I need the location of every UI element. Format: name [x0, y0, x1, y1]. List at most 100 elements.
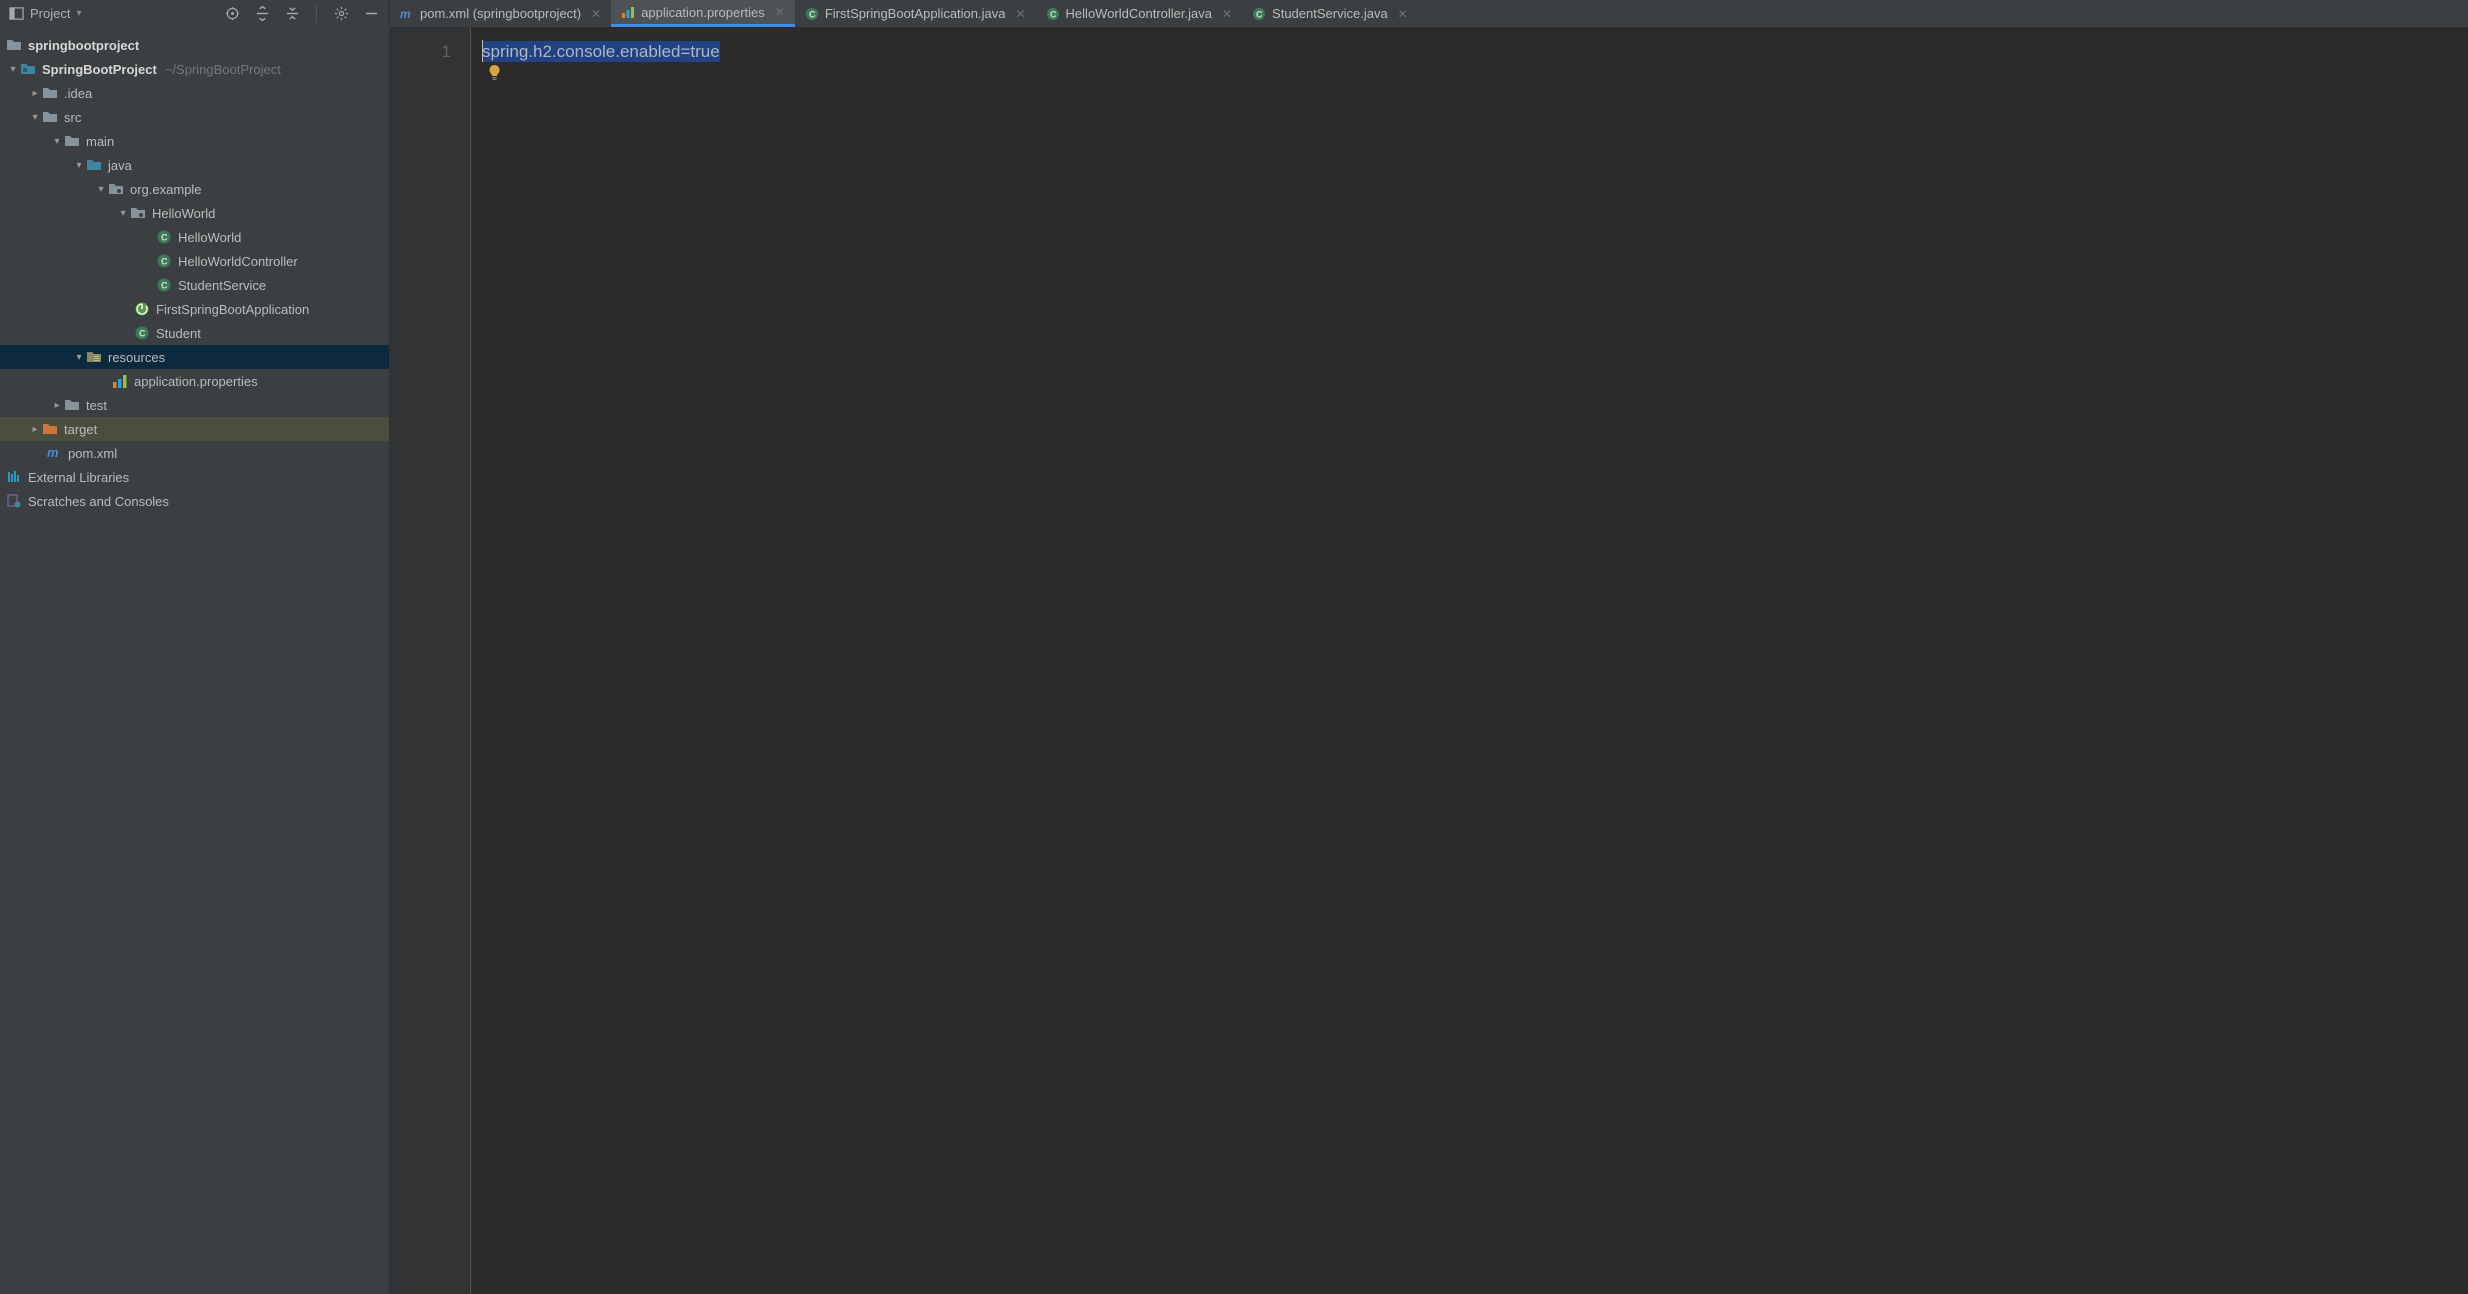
project-toolwindow-icon	[8, 6, 24, 22]
svg-text:m: m	[400, 7, 411, 21]
svg-text:C: C	[161, 281, 168, 291]
expand-all-icon[interactable]	[254, 6, 270, 22]
tree-label: test	[86, 398, 107, 413]
resources-folder-icon	[86, 349, 102, 365]
project-folder-icon	[6, 37, 22, 53]
collapse-all-icon[interactable]	[284, 6, 300, 22]
project-tree[interactable]: springbootproject ▾ SpringBootProject ~/…	[0, 27, 390, 1294]
chevron-down-icon[interactable]: ▾	[6, 64, 20, 75]
tab-label: HelloWorldController.java	[1066, 6, 1212, 21]
package-icon	[130, 205, 146, 221]
chevron-down-icon: ▾	[76, 8, 81, 19]
tree-hint: ~/SpringBootProject	[165, 62, 281, 77]
svg-text:m: m	[47, 445, 59, 460]
folder-icon	[64, 133, 80, 149]
tab-firstspringbootapplication[interactable]: C FirstSpringBootApplication.java ✕	[795, 0, 1036, 27]
tree-class-studentservice[interactable]: C StudentService	[0, 273, 389, 297]
tab-pom[interactable]: m pom.xml (springbootproject) ✕	[390, 0, 611, 27]
hide-toolwindow-icon[interactable]	[363, 6, 379, 22]
gear-icon[interactable]	[333, 6, 349, 22]
svg-text:C: C	[1050, 9, 1057, 19]
tree-scratches[interactable]: Scratches and Consoles	[0, 489, 389, 513]
properties-icon	[112, 373, 128, 389]
svg-text:C: C	[161, 233, 168, 243]
chevron-down-icon[interactable]: ▾	[28, 112, 42, 123]
tree-label: Student	[156, 326, 201, 341]
close-icon[interactable]: ✕	[1222, 7, 1232, 21]
project-view-selector[interactable]: Project ▾	[0, 6, 90, 22]
tree-label: HelloWorld	[178, 230, 241, 245]
gutter[interactable]: 1	[390, 27, 470, 1294]
tree-test[interactable]: ▸ test	[0, 393, 389, 417]
tree-class-firstspringbootapplication[interactable]: FirstSpringBootApplication	[0, 297, 389, 321]
tree-label: application.properties	[134, 374, 258, 389]
tree-package-helloworld[interactable]: ▾ HelloWorld	[0, 201, 389, 225]
tree-class-student[interactable]: C Student	[0, 321, 389, 345]
tree-resources[interactable]: ▾ resources	[0, 345, 389, 369]
tree-label: FirstSpringBootApplication	[156, 302, 309, 317]
editor-content[interactable]: spring.h2.console.enabled=true	[470, 27, 2468, 1294]
class-icon: C	[156, 253, 172, 269]
project-toolwindow-actions	[224, 5, 389, 23]
tree-application-properties[interactable]: application.properties	[0, 369, 389, 393]
close-icon[interactable]: ✕	[1015, 7, 1025, 21]
tab-label: StudentService.java	[1272, 6, 1388, 21]
chevron-down-icon[interactable]: ▾	[72, 352, 86, 363]
excluded-folder-icon	[42, 421, 58, 437]
properties-icon	[621, 5, 635, 19]
class-icon: C	[156, 277, 172, 293]
tree-module[interactable]: ▾ SpringBootProject ~/SpringBootProject	[0, 57, 389, 81]
tab-label: application.properties	[641, 5, 765, 20]
chevron-down-icon[interactable]: ▾	[116, 208, 130, 219]
tab-application-properties[interactable]: application.properties ✕	[611, 0, 795, 27]
tree-src[interactable]: ▾ src	[0, 105, 389, 129]
tree-pom[interactable]: m pom.xml	[0, 441, 389, 465]
svg-text:C: C	[139, 329, 146, 339]
tree-label: HelloWorld	[152, 206, 215, 221]
scratches-icon	[6, 493, 22, 509]
tree-idea[interactable]: ▸ .idea	[0, 81, 389, 105]
chevron-right-icon[interactable]: ▸	[28, 424, 42, 435]
editor-tabs: m pom.xml (springbootproject) ✕ applicat…	[390, 0, 2468, 27]
intention-bulb-icon[interactable]	[488, 65, 501, 84]
chevron-down-icon[interactable]: ▾	[50, 136, 64, 147]
project-toolwindow-header: Project ▾	[0, 0, 390, 27]
tree-label: springbootproject	[28, 38, 139, 53]
tree-label: External Libraries	[28, 470, 129, 485]
chevron-right-icon[interactable]: ▸	[50, 400, 64, 411]
chevron-down-icon[interactable]: ▾	[72, 160, 86, 171]
close-icon[interactable]: ✕	[591, 7, 601, 21]
libraries-icon	[6, 469, 22, 485]
tree-label: .idea	[64, 86, 92, 101]
tree-java[interactable]: ▾ java	[0, 153, 389, 177]
tree-target[interactable]: ▸ target	[0, 417, 389, 441]
folder-icon	[42, 85, 58, 101]
tree-label: Scratches and Consoles	[28, 494, 169, 509]
class-icon: C	[1046, 7, 1060, 21]
svg-text:C: C	[1256, 9, 1263, 19]
tree-root[interactable]: springbootproject	[0, 33, 389, 57]
tree-main[interactable]: ▾ main	[0, 129, 389, 153]
maven-icon: m	[400, 7, 414, 21]
class-icon: C	[1252, 7, 1266, 21]
chevron-down-icon[interactable]: ▾	[94, 184, 108, 195]
project-view-label: Project	[30, 6, 70, 21]
tree-package[interactable]: ▾ org.example	[0, 177, 389, 201]
tab-helloworldcontroller[interactable]: C HelloWorldController.java ✕	[1036, 0, 1243, 27]
text-editor[interactable]: 1 spring.h2.console.enabled=true	[390, 27, 2468, 1294]
tab-studentservice[interactable]: C StudentService.java ✕	[1242, 0, 1418, 27]
class-icon: C	[156, 229, 172, 245]
close-icon[interactable]: ✕	[1398, 7, 1408, 21]
tree-external-libraries[interactable]: External Libraries	[0, 465, 389, 489]
select-opened-file-icon[interactable]	[224, 6, 240, 22]
close-icon[interactable]: ✕	[775, 5, 785, 19]
maven-icon: m	[46, 445, 62, 461]
class-icon: C	[805, 7, 819, 21]
module-folder-icon	[20, 61, 36, 77]
chevron-right-icon[interactable]: ▸	[28, 88, 42, 99]
line-number[interactable]: 1	[390, 39, 451, 65]
tree-class-helloworldcontroller[interactable]: C HelloWorldController	[0, 249, 389, 273]
selected-text: spring.h2.console.enabled=true	[482, 41, 720, 62]
tree-class-helloworld[interactable]: C HelloWorld	[0, 225, 389, 249]
code-line-1[interactable]: spring.h2.console.enabled=true	[470, 39, 2468, 65]
